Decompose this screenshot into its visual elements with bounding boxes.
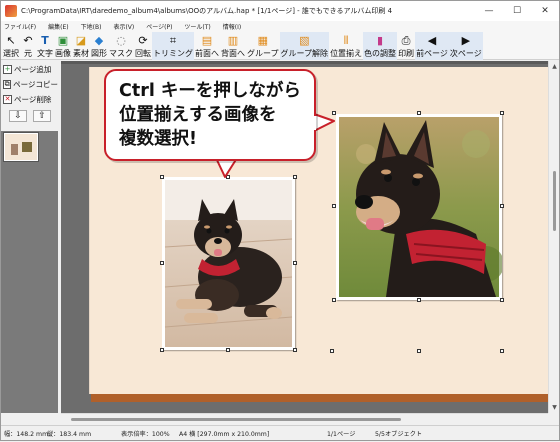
callout-line-3: 複数選択!	[119, 129, 197, 149]
status-bar: 幅：148.2 mm, 縦：183.4 mm 表示倍率：100% A4 横 [2…	[1, 425, 559, 440]
horizontal-scrollbar[interactable]	[61, 413, 548, 424]
scroll-down-icon[interactable]: ▼	[551, 404, 558, 411]
status-objects: 5/5オブジェクト	[375, 430, 423, 438]
status-paper-size: A4 横 [297.0mm x 210.0mm]	[179, 430, 270, 438]
status-page: 1/1ページ	[327, 430, 356, 438]
status-height: 縦：183.4 mm	[47, 430, 92, 438]
vertical-scroll-thumb[interactable]	[553, 171, 556, 231]
status-width: 幅：148.2 mm,	[4, 430, 51, 438]
scroll-up-icon[interactable]: ▲	[551, 63, 558, 70]
callout-line-1: Ctrl キーを押しながら	[119, 81, 301, 101]
callout-line-2: 位置揃えする画像を	[119, 105, 277, 125]
instruction-callout: Ctrl キーを押しながら 位置揃えする画像を 複数選択!	[104, 69, 316, 161]
horizontal-scroll-thumb[interactable]	[71, 418, 401, 421]
callout-tail	[215, 113, 335, 178]
vertical-scrollbar[interactable]: ▲ ▼	[548, 61, 559, 413]
status-zoom: 表示倍率：100%	[121, 430, 170, 438]
app-window: C:\ProgramData\IRT\daredemo_album4\album…	[0, 0, 560, 441]
